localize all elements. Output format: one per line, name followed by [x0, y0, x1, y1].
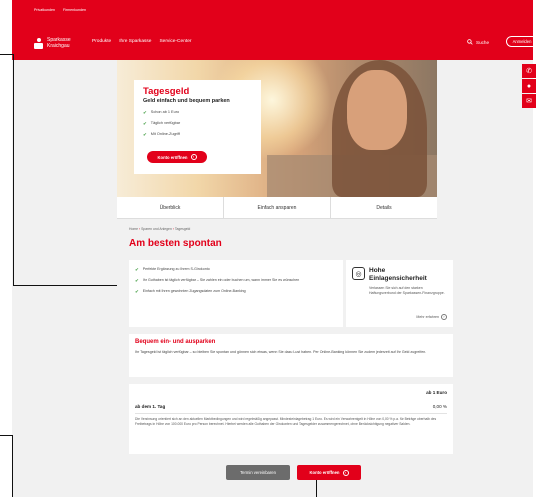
tab-details[interactable]: Details [330, 197, 437, 218]
annotation-line [13, 285, 117, 286]
bequem-card: Bequem ein- und ausparken Ihr Tagesgeld … [129, 334, 453, 377]
page-title: Am besten spontan [129, 238, 222, 249]
hero-open-account-button[interactable]: Konto eröffnen › [147, 151, 207, 163]
offer-bullet: ✔ Täglich verfügbar [143, 121, 181, 126]
toplink-firmenkunden[interactable]: Firmenkunden [63, 8, 86, 12]
benefits-card: ✔ Perfekte Ergänzung zu Ihrem S-Girokonto… [129, 260, 343, 327]
breadcrumb-separator-icon: › [172, 227, 174, 231]
search-label: Suche [476, 39, 490, 45]
check-icon: ✔ [135, 278, 139, 283]
shield-icon: ◎ [352, 267, 365, 280]
rates-note: Die Verzinsung orientiert sich an den ak… [135, 417, 437, 426]
chat-icon[interactable]: ● [522, 79, 536, 93]
tab-ueberblick[interactable]: Überblick [117, 197, 223, 218]
benefit-item: ✔ Ihr Guthaben ist täglich verfügbar – Si… [135, 278, 300, 283]
check-icon: ✔ [143, 132, 147, 137]
sparkasse-logo[interactable]: Sparkasse Kraichgau [34, 37, 71, 49]
arrow-right-icon: › [190, 154, 197, 160]
mail-icon[interactable]: ✉ [522, 94, 536, 108]
check-icon: ✔ [143, 121, 147, 126]
tab-einfach-ansparen[interactable]: Einfach ansparen [223, 197, 330, 218]
breadcrumb-sparen[interactable]: Sparen und Anlegen [141, 227, 172, 231]
open-account-button[interactable]: Konto eröffnen › [297, 465, 361, 480]
arrow-right-icon: › [342, 469, 349, 476]
check-icon: ✔ [135, 267, 139, 272]
security-more-link[interactable]: Mehr erfahren › [416, 314, 447, 320]
tab-bar: Überblick Einfach ansparen Details [117, 197, 437, 219]
nav-produkte[interactable]: Produkte [92, 39, 111, 44]
search-button[interactable]: Suche [467, 39, 489, 45]
rate-value: 0,00 % [432, 404, 447, 409]
phone-icon[interactable]: ✆ [522, 64, 536, 78]
annotation-line [0, 435, 13, 436]
breadcrumb-home[interactable]: Home [129, 227, 138, 231]
security-title-1: Hohe [369, 267, 386, 274]
top-links: Privatkunden Firmenkunden [34, 8, 86, 12]
table-row: ab dem 1. Tag 0,00 % [135, 404, 447, 414]
appointment-button[interactable]: Termin vereinbaren [226, 465, 290, 480]
sparkasse-s-icon [34, 37, 43, 49]
benefit-item: ✔ Einfach mit Ihren gewohnten Zugangsdate… [135, 289, 246, 294]
rates-table: ab 1 Euro ab dem 1. Tag 0,00 % Die Verzi… [129, 384, 453, 454]
annotation-line [13, 54, 14, 286]
bequem-text: Ihr Tagesgeld ist täglich verfügbar – so… [135, 350, 427, 354]
breadcrumb: Home › Sparen und Anlegen › Tagesgeld [129, 227, 190, 231]
arrow-right-icon: › [441, 314, 447, 320]
rate-label: ab dem 1. Tag [135, 404, 166, 409]
security-title-2: Einlagensicherheit [369, 274, 427, 282]
check-icon: ✔ [143, 110, 147, 115]
annotation-line [0, 54, 14, 55]
offer-bullets: ✔ Schon ab 1 Euro ✔ Täglich verfügbar ✔ Mit… [143, 110, 252, 138]
main-nav: Produkte Ihre Sparkasse Service-Center [92, 39, 191, 44]
side-contact-bar: ✆ ● ✉ [522, 64, 536, 109]
search-icon [467, 39, 473, 45]
security-card: ◎ Hohe Einlagensicherheit Verlassen Sie … [346, 260, 453, 327]
rates-header: ab 1 Euro [426, 390, 447, 395]
page: Privatkunden Firmenkunden Sparkasse Krai… [12, 0, 538, 497]
breadcrumb-separator-icon: › [139, 227, 141, 231]
annotation-line [12, 435, 13, 497]
toplink-privatkunden[interactable]: Privatkunden [34, 8, 55, 12]
offer-subtitle: Geld einfach und bequem parken [143, 98, 230, 104]
logo-line-2: Kraichgau [47, 43, 70, 49]
offer-bullet: ✔ Schon ab 1 Euro [143, 110, 180, 115]
bequem-title: Bequem ein- und ausparken [135, 339, 216, 345]
offer-title: Tagesgeld [143, 86, 190, 97]
check-icon: ✔ [135, 289, 139, 294]
benefit-item: ✔ Perfekte Ergänzung zu Ihrem S-Girokonto [135, 267, 210, 272]
offer-bullet: ✔ Mit Online-Zugriff [143, 132, 180, 137]
nav-service-center[interactable]: Service-Center [159, 39, 191, 44]
header-bar: Privatkunden Firmenkunden Sparkasse Krai… [12, 0, 538, 60]
login-button[interactable]: Anmelden [506, 36, 538, 47]
annotation-line [316, 480, 317, 497]
security-text: Verlassen Sie sich auf den starken Haftu… [369, 286, 445, 295]
nav-ihre-sparkasse[interactable]: Ihre Sparkasse [119, 39, 151, 44]
breadcrumb-current: Tagesgeld [174, 227, 191, 231]
offer-box: Tagesgeld Geld einfach und bequem parken… [134, 80, 261, 174]
